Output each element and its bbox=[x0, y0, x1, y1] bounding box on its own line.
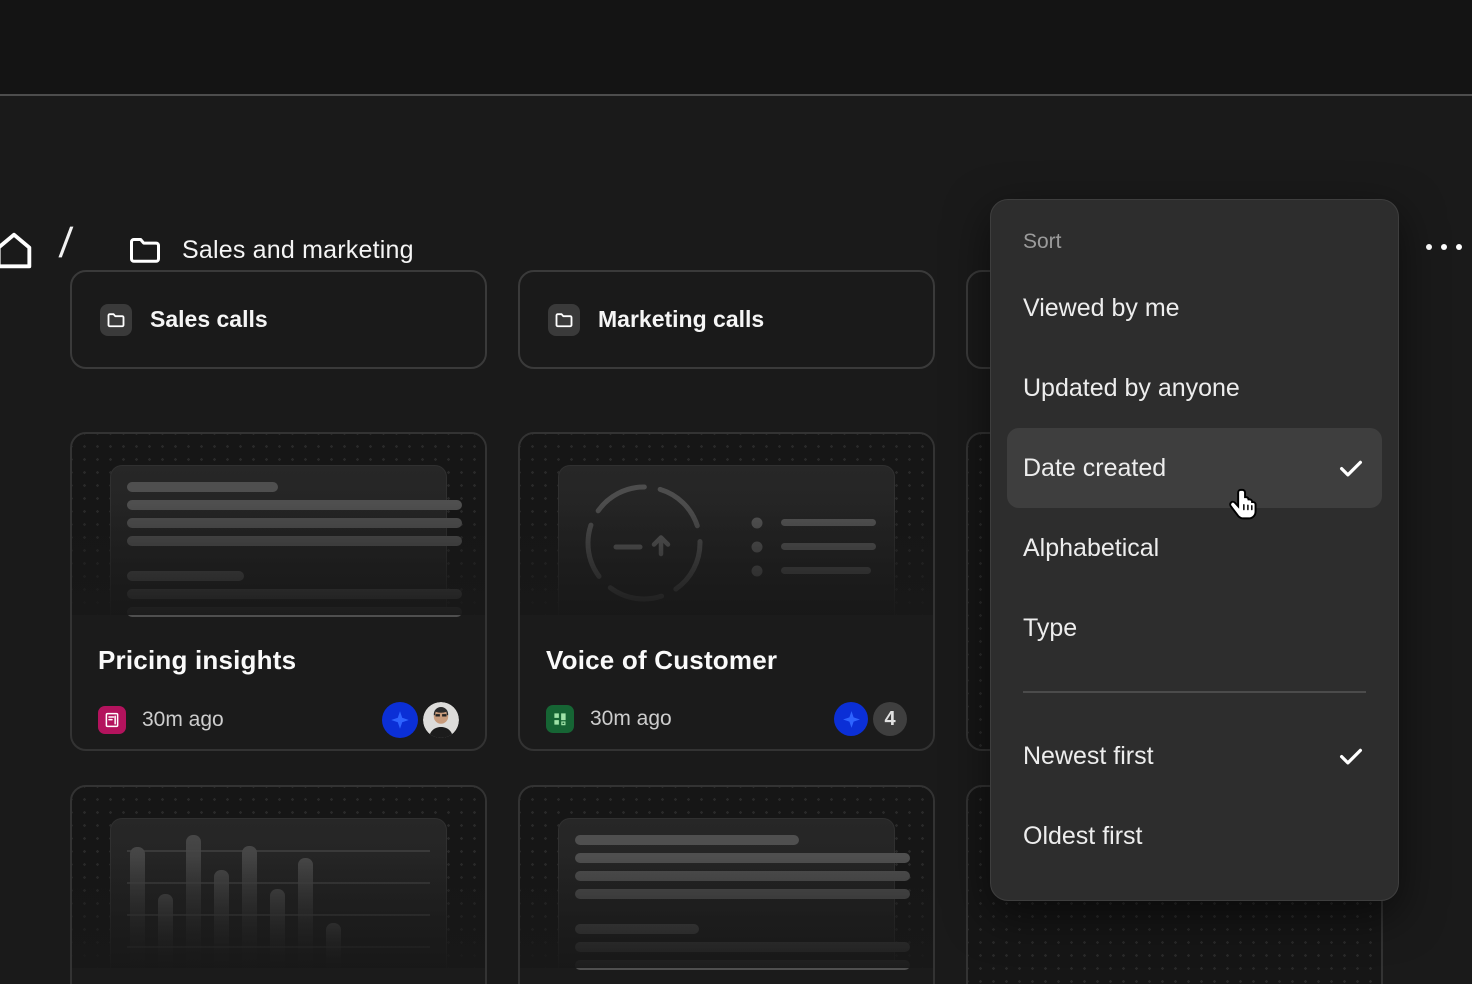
menu-item-label: Oldest first bbox=[1023, 822, 1142, 851]
card-timestamp: 30m ago bbox=[590, 707, 672, 731]
top-chrome bbox=[0, 0, 1472, 96]
check-icon bbox=[1336, 453, 1366, 483]
folder-chip-sales-calls[interactable]: Sales calls bbox=[70, 270, 487, 369]
header: / Sales and marketing bbox=[0, 98, 1472, 208]
skeleton-line bbox=[127, 482, 278, 492]
thumbnail-fade bbox=[520, 503, 933, 615]
card-body: Pricing insights 30m ago bbox=[72, 615, 485, 738]
card-thumbnail bbox=[72, 787, 485, 968]
folder-icon bbox=[554, 310, 574, 330]
avatar bbox=[423, 702, 459, 738]
menu-item-newest-first[interactable]: Newest first bbox=[1007, 716, 1382, 796]
app-window: / Sales and marketing bbox=[0, 0, 1472, 984]
folder-icon bbox=[106, 310, 126, 330]
breadcrumb-folder-title[interactable]: Sales and marketing bbox=[182, 236, 414, 265]
more-options-button[interactable] bbox=[1426, 244, 1462, 250]
check-icon bbox=[1336, 741, 1366, 771]
card-body: Voice of Customer 30m ago bbox=[520, 615, 933, 736]
menu-item-type[interactable]: Type bbox=[1007, 588, 1382, 668]
menu-item-label: Alphabetical bbox=[1023, 534, 1159, 563]
folder-chip-marketing-calls[interactable]: Marketing calls bbox=[518, 270, 935, 369]
folder-chip-label: Sales calls bbox=[150, 306, 268, 333]
menu-item-label: Type bbox=[1023, 614, 1077, 643]
menu-item-label: Updated by anyone bbox=[1023, 374, 1240, 403]
menu-item-updated-by-anyone[interactable]: Updated by anyone bbox=[1007, 348, 1382, 428]
menu-item-label: Viewed by me bbox=[1023, 294, 1180, 323]
card-thumbnail bbox=[72, 434, 485, 615]
folder-tile bbox=[100, 304, 132, 336]
sparkle-icon bbox=[388, 708, 412, 732]
breadcrumb-separator: / bbox=[57, 219, 74, 267]
card-timestamp: 30m ago bbox=[142, 708, 224, 732]
skeleton-line bbox=[575, 835, 799, 845]
card-thumbnail bbox=[520, 434, 933, 615]
card-title: Voice of Customer bbox=[546, 645, 907, 676]
thumbnail-fade bbox=[72, 856, 485, 968]
sort-menu-label: Sort bbox=[991, 214, 1398, 268]
card-voice-of-customer[interactable]: Voice of Customer 30m ago bbox=[518, 432, 935, 751]
menu-item-label: Date created bbox=[1023, 454, 1166, 483]
menu-item-date-created[interactable]: Date created bbox=[1007, 428, 1382, 508]
sparkle-icon bbox=[840, 708, 863, 731]
menu-item-viewed-by-me[interactable]: Viewed by me bbox=[1007, 268, 1382, 348]
menu-divider bbox=[1023, 691, 1366, 693]
ellipsis-dot bbox=[1426, 244, 1432, 250]
dashboard-icon bbox=[546, 705, 574, 733]
folder-tile bbox=[548, 304, 580, 336]
paper-doc-icon bbox=[98, 706, 126, 734]
ai-sparkle-badge bbox=[382, 702, 418, 738]
ellipsis-dot bbox=[1441, 244, 1447, 250]
menu-item-alphabetical[interactable]: Alphabetical bbox=[1007, 508, 1382, 588]
home-icon[interactable] bbox=[0, 228, 37, 274]
card-title: Pricing insights bbox=[98, 645, 459, 676]
pointer-cursor bbox=[1226, 487, 1262, 527]
menu-item-label: Newest first bbox=[1023, 742, 1154, 771]
collaborator-count-badge: 4 bbox=[873, 702, 907, 736]
thumbnail-fade bbox=[72, 503, 485, 615]
card-thumbnail bbox=[520, 787, 933, 968]
card-pricing-insights[interactable]: Pricing insights 30m ago bbox=[70, 432, 487, 751]
ellipsis-dot bbox=[1456, 244, 1462, 250]
card-bar-chart[interactable] bbox=[70, 785, 487, 984]
folder-chip-label: Marketing calls bbox=[598, 306, 764, 333]
folder-icon bbox=[127, 232, 163, 268]
card-doc-skeleton[interactable] bbox=[518, 785, 935, 984]
menu-item-oldest-first[interactable]: Oldest first bbox=[1007, 796, 1382, 876]
thumbnail-fade bbox=[520, 856, 933, 968]
sort-menu: Sort Viewed by me Updated by anyone Date… bbox=[990, 199, 1399, 901]
ai-sparkle-badge bbox=[834, 702, 868, 736]
